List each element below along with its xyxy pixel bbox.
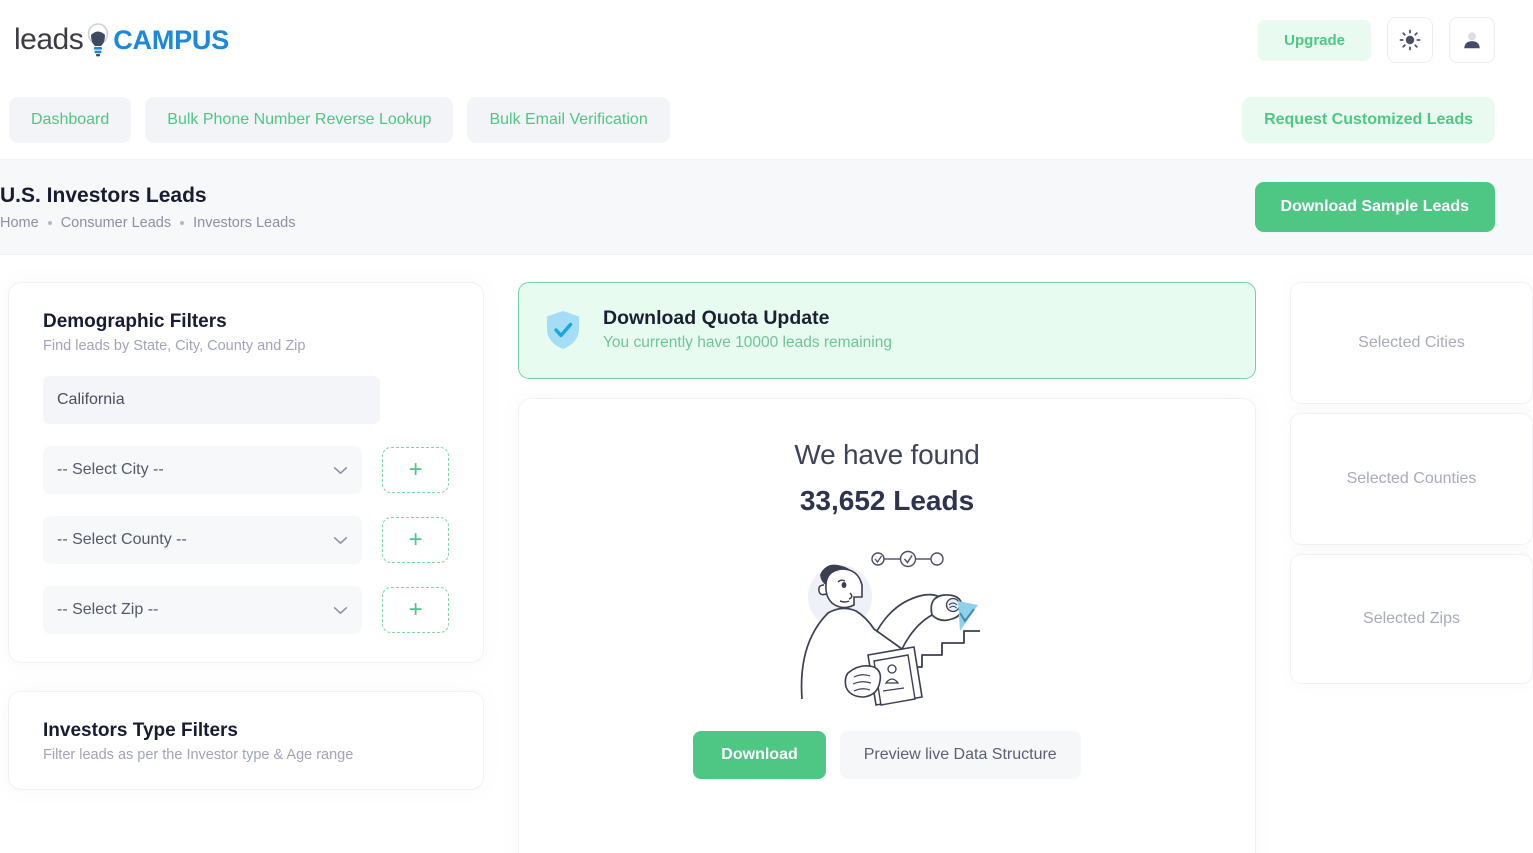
state-field-row: California [43, 376, 449, 424]
selected-zips-placeholder: Selected Zips [1363, 610, 1460, 627]
demographic-filters-subtitle: Find leads by State, City, County and Zi… [43, 338, 306, 354]
demographic-filters-header: Demographic Filters Find leads by State,… [9, 283, 483, 354]
results-column: Download Quota Update You currently have… [484, 282, 1290, 853]
nav-item-bulk-email-verification[interactable]: Bulk Email Verification [467, 96, 670, 143]
download-button[interactable]: Download [693, 731, 826, 779]
demographic-filters-title: Demographic Filters [43, 311, 227, 332]
county-select[interactable]: -- Select County -- [43, 516, 363, 564]
results-illustration [519, 539, 1255, 711]
breadcrumb: Home Consumer Leads Investors Leads [0, 215, 295, 231]
filters-column: Demographic Filters Find leads by State,… [0, 282, 484, 790]
selected-cities-box[interactable]: Selected Cities [1290, 282, 1533, 404]
zip-select[interactable]: -- Select Zip -- [43, 586, 363, 634]
request-customized-leads-button[interactable]: Request Customized Leads [1242, 96, 1495, 143]
results-actions: Download Preview live Data Structure [519, 731, 1255, 779]
user-avatar-icon [1464, 32, 1480, 49]
sun-icon [1399, 29, 1421, 51]
county-select-value: -- Select County -- [57, 531, 187, 548]
breadcrumb-item-home[interactable]: Home [0, 215, 39, 231]
selected-counties-placeholder: Selected Counties [1346, 470, 1477, 487]
demographic-filters-card: Demographic Filters Find leads by State,… [8, 282, 484, 663]
nav-item-bulk-phone-lookup[interactable]: Bulk Phone Number Reverse Lookup [145, 96, 454, 143]
state-input[interactable]: California [43, 376, 380, 424]
brand-name-leads: leads [14, 23, 84, 56]
results-card: We have found 33,652 Leads Download Prev… [518, 398, 1256, 853]
quota-text-group: Download Quota Update You currently have… [603, 307, 892, 352]
theme-toggle-button[interactable] [1387, 17, 1433, 63]
upgrade-button[interactable]: Upgrade [1258, 19, 1371, 61]
plus-icon: + [408, 596, 423, 623]
breadcrumb-item-investors-leads[interactable]: Investors Leads [193, 215, 295, 231]
preview-data-structure-button[interactable]: Preview live Data Structure [839, 731, 1081, 779]
nav-items: Dashboard Bulk Phone Number Reverse Look… [9, 96, 670, 143]
investors-type-filters-card: Investors Type Filters Filter leads as p… [8, 691, 484, 790]
selected-zips-box[interactable]: Selected Zips [1290, 554, 1533, 684]
lightbulb-icon [87, 23, 109, 57]
chevron-down-icon [334, 466, 348, 474]
page-subheader: U.S. Investors Leads Home Consumer Leads… [0, 160, 1533, 255]
shield-check-icon [547, 310, 579, 349]
quota-subtitle: You currently have 10000 leads remaining [603, 334, 892, 351]
brand-logo[interactable]: leads CAMPUS [14, 23, 229, 57]
plus-icon: + [408, 456, 423, 483]
download-sample-leads-button[interactable]: Download Sample Leads [1254, 182, 1495, 232]
top-header: leads CAMPUS Upgrade [0, 0, 1533, 80]
chevron-down-icon [334, 536, 348, 544]
download-quota-alert: Download Quota Update You currently have… [518, 282, 1256, 379]
results-lead-count: 33,652 Leads [799, 485, 975, 516]
breadcrumb-separator-icon [47, 220, 52, 225]
nav-item-dashboard[interactable]: Dashboard [9, 96, 132, 143]
zip-field-row: -- Select Zip -- + [43, 586, 449, 634]
investors-type-filters-header: Investors Type Filters Filter leads as p… [9, 692, 483, 789]
plus-icon: + [408, 526, 423, 553]
person-with-documents-illustration [800, 550, 980, 706]
city-field-row: -- Select City -- + [43, 446, 449, 494]
city-select-value: -- Select City -- [57, 461, 164, 478]
chevron-down-icon [334, 606, 348, 614]
top-actions: Upgrade [1258, 17, 1495, 63]
breadcrumb-separator-icon [180, 220, 185, 225]
selected-counties-box[interactable]: Selected Counties [1290, 413, 1533, 545]
primary-nav: Dashboard Bulk Phone Number Reverse Look… [0, 80, 1533, 160]
main-content: Demographic Filters Find leads by State,… [0, 255, 1533, 853]
breadcrumb-item-consumer-leads[interactable]: Consumer Leads [61, 215, 171, 231]
selected-cities-placeholder: Selected Cities [1358, 334, 1465, 351]
investors-type-filters-title: Investors Type Filters [43, 720, 238, 741]
page-heading-group: U.S. Investors Leads Home Consumer Leads… [0, 184, 295, 231]
add-city-button[interactable]: + [382, 447, 449, 493]
brand-name-campus: CAMPUS [113, 24, 230, 55]
selections-column: Selected Cities Selected Counties Select… [1290, 282, 1533, 693]
results-found-label: We have found [794, 439, 980, 470]
investors-type-filters-subtitle: Filter leads as per the Investor type & … [43, 747, 354, 763]
quota-title: Download Quota Update [603, 307, 830, 329]
add-county-button[interactable]: + [382, 517, 449, 563]
demographic-filters-body: California -- Select City -- + -- Select… [9, 354, 483, 662]
county-field-row: -- Select County -- + [43, 516, 449, 564]
city-select[interactable]: -- Select City -- [43, 446, 363, 494]
page-title: U.S. Investors Leads [0, 183, 207, 207]
zip-select-value: -- Select Zip -- [57, 601, 159, 618]
account-button[interactable] [1449, 17, 1495, 63]
add-zip-button[interactable]: + [382, 587, 449, 633]
